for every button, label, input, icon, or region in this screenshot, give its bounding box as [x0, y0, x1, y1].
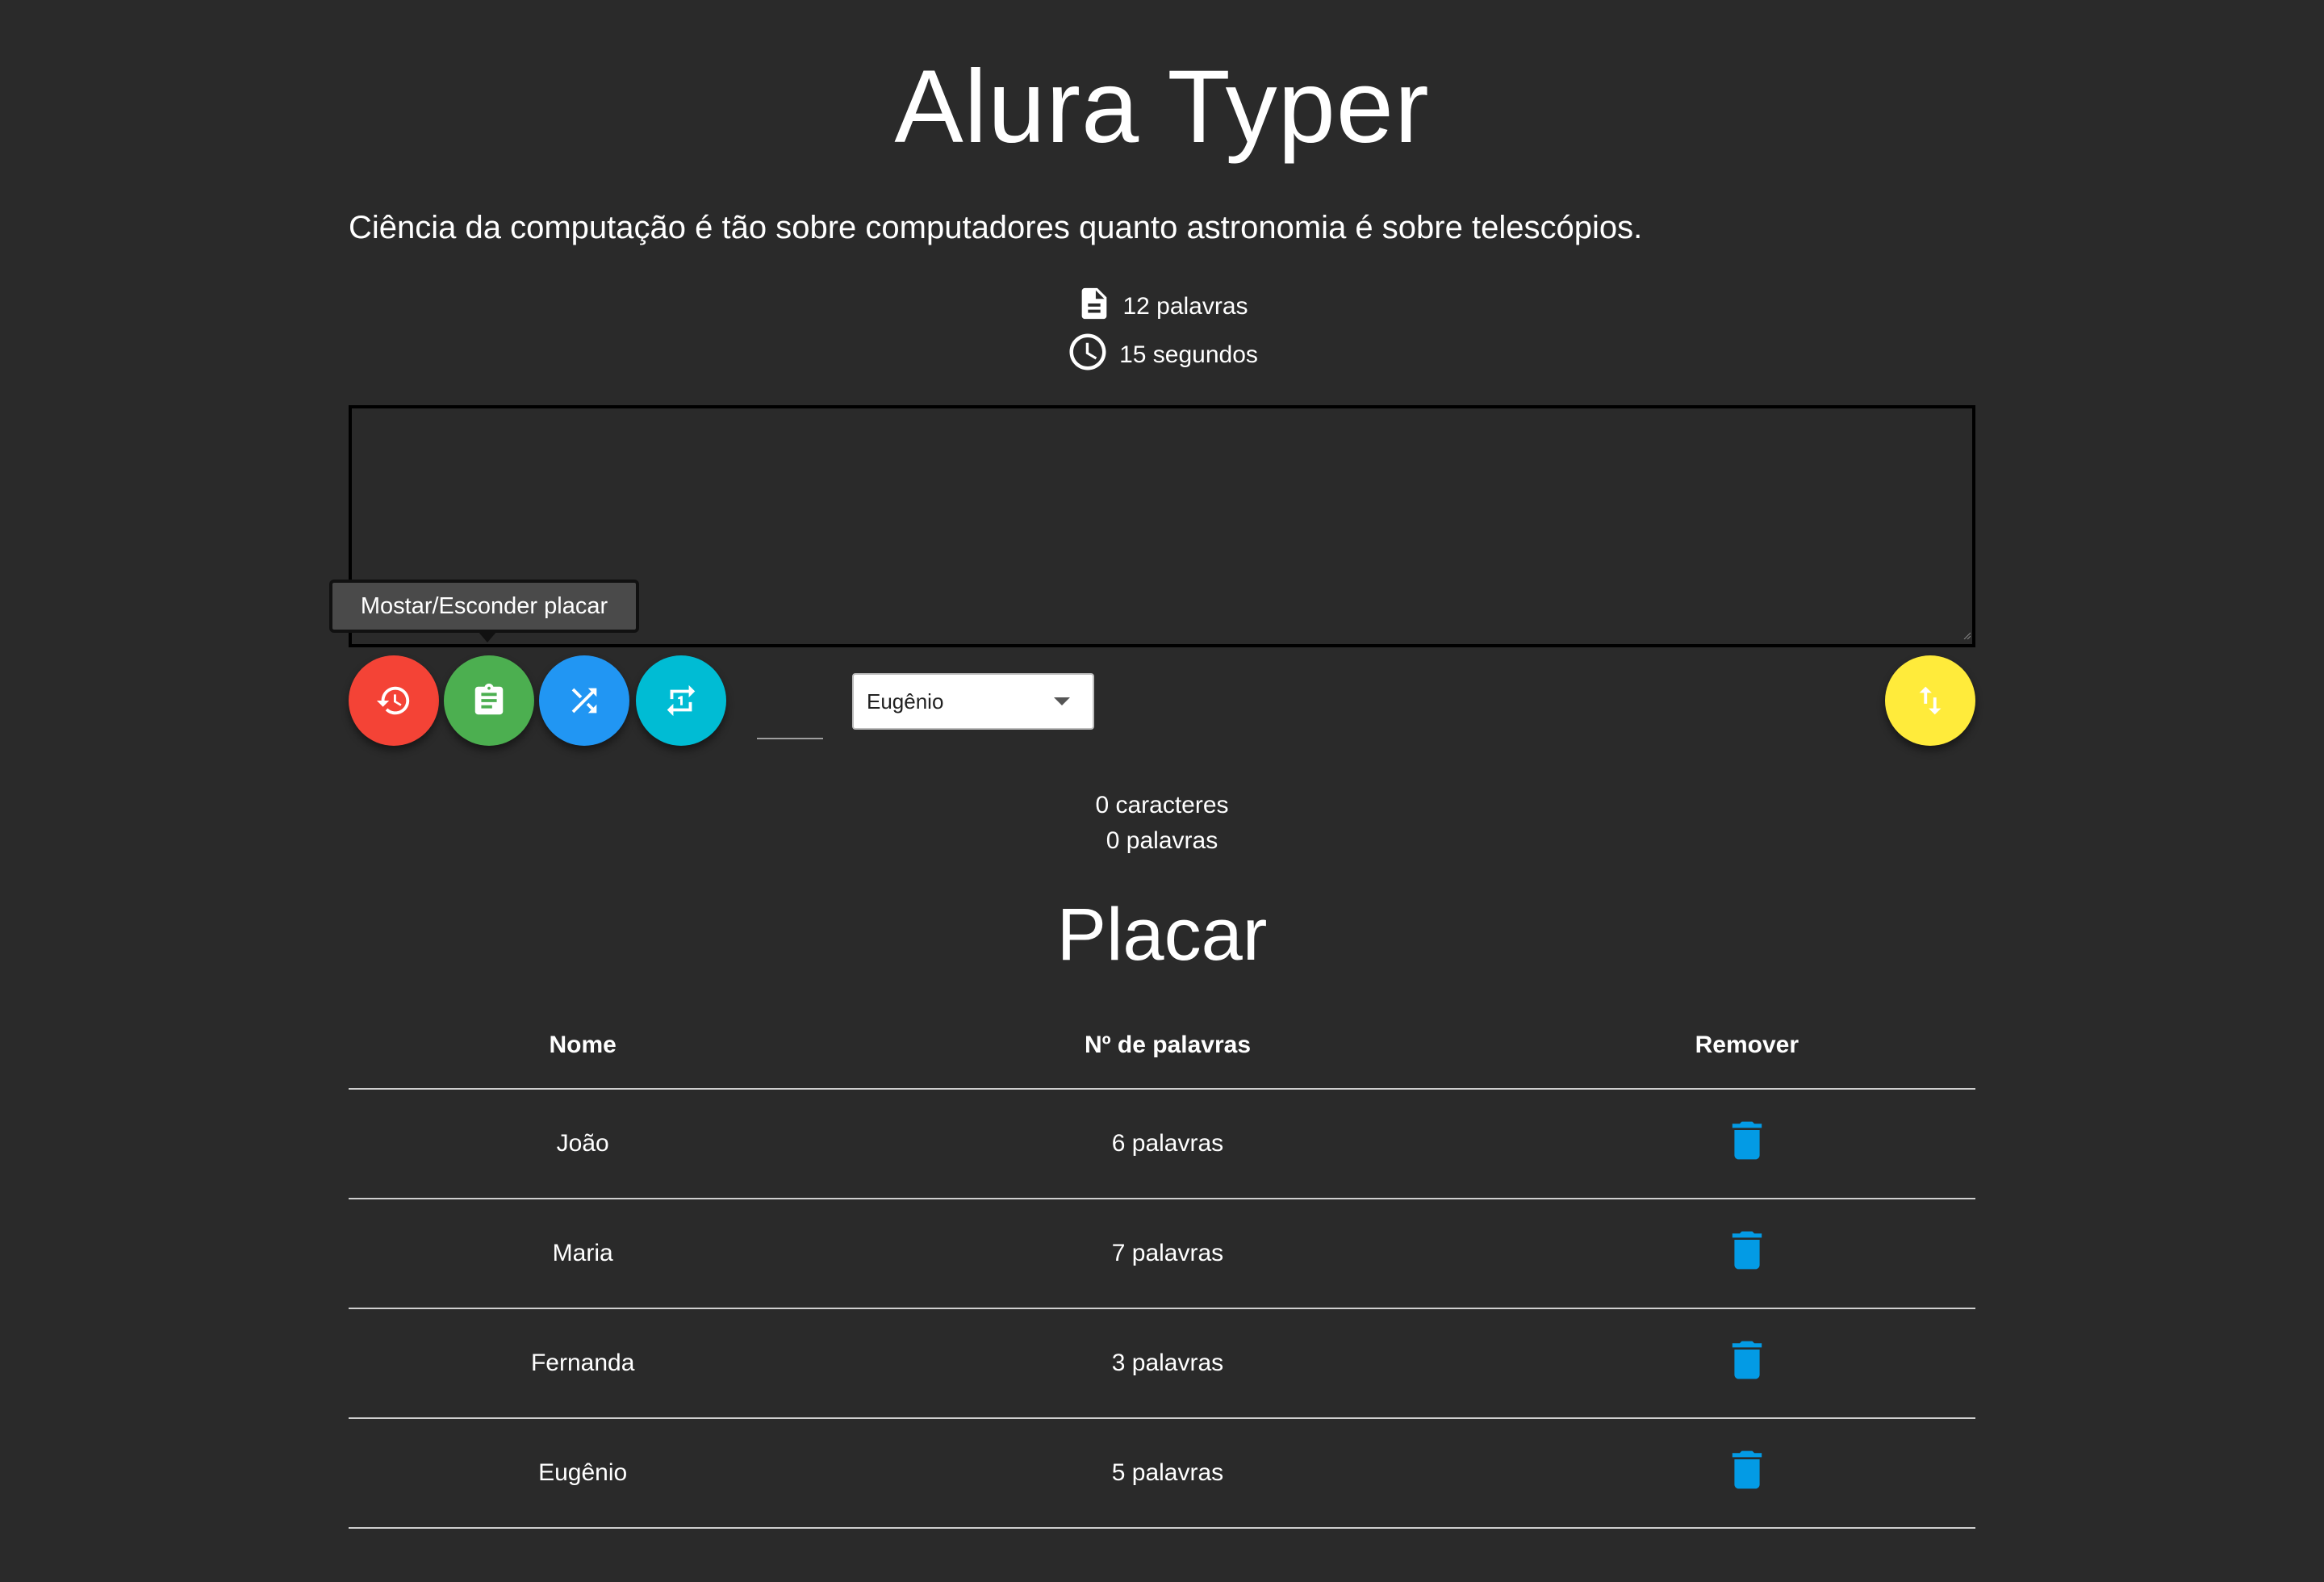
scoreboard-title: Placar — [1056, 894, 1268, 976]
row-name: Fernanda — [349, 1308, 817, 1419]
trash-icon[interactable] — [1728, 1449, 1766, 1497]
row-words: 6 palavras — [817, 1089, 1519, 1199]
page-title: Alura Typer — [894, 49, 1430, 165]
header-remove: Remover — [1518, 1002, 1975, 1090]
word-counter: 0 palavras — [1106, 827, 1218, 854]
phrase-word-count: 12 palavras — [349, 284, 1975, 329]
row-remove-cell — [1518, 1308, 1975, 1419]
chevron-down-icon — [1054, 697, 1070, 705]
repeat-one-icon — [667, 684, 696, 717]
clock-icon — [1066, 330, 1110, 380]
row-remove-cell — [1518, 1418, 1975, 1529]
time-input[interactable] — [757, 680, 823, 739]
shuffle-icon — [571, 688, 597, 714]
phrase-word-count-label: 12 palavras — [1122, 293, 1248, 320]
row-words: 7 palavras — [817, 1199, 1519, 1309]
swap-vert-icon — [1919, 686, 1942, 715]
phrase-time-label: 15 segundos — [1119, 341, 1258, 368]
character-counter: 0 caracteres — [1095, 792, 1229, 818]
table-row: Eugênio 5 palavras — [349, 1418, 1975, 1529]
table-row: João 6 palavras — [349, 1089, 1975, 1199]
user-select-value: Eugênio — [867, 688, 944, 714]
trash-icon[interactable] — [1728, 1120, 1766, 1168]
sync-button[interactable] — [1885, 655, 1975, 746]
row-words: 3 palavras — [817, 1308, 1519, 1419]
row-name: Maria — [349, 1199, 817, 1309]
row-remove-cell — [1518, 1089, 1975, 1199]
phrase-time: 15 segundos — [349, 333, 1975, 378]
resize-grip-icon[interactable] — [1962, 631, 1971, 639]
row-name: João — [349, 1089, 817, 1199]
header-words: Nº de palavras — [817, 1002, 1519, 1090]
history-icon — [376, 686, 410, 715]
header-name: Nome — [349, 1002, 817, 1090]
repeat-phrase-button[interactable] — [636, 655, 726, 746]
table-row: Maria 7 palavras — [349, 1199, 1975, 1309]
user-select[interactable]: Eugênio — [852, 673, 1094, 730]
trash-icon[interactable] — [1728, 1229, 1766, 1278]
shuffle-phrase-button[interactable] — [539, 655, 629, 746]
trash-icon[interactable] — [1728, 1339, 1766, 1387]
row-name: Eugênio — [349, 1418, 817, 1529]
row-remove-cell — [1518, 1199, 1975, 1309]
restart-button[interactable] — [349, 655, 439, 746]
document-icon — [1076, 283, 1113, 330]
scoreboard-table: Nome Nº de palavras Remover João 6 palav… — [349, 1002, 1975, 1529]
table-row: Fernanda 3 palavras — [349, 1308, 1975, 1419]
table-header-row: Nome Nº de palavras Remover — [349, 1002, 1975, 1090]
scoreboard-tooltip: Mostar/Esconder placar — [329, 580, 639, 642]
clipboard-icon — [474, 683, 504, 715]
toggle-scoreboard-button[interactable] — [444, 655, 534, 746]
typing-counters: 0 caracteres 0 palavras — [349, 788, 1975, 859]
typing-phrase: Ciência da computação é tão sobre comput… — [349, 210, 1643, 245]
row-words: 5 palavras — [817, 1418, 1519, 1529]
